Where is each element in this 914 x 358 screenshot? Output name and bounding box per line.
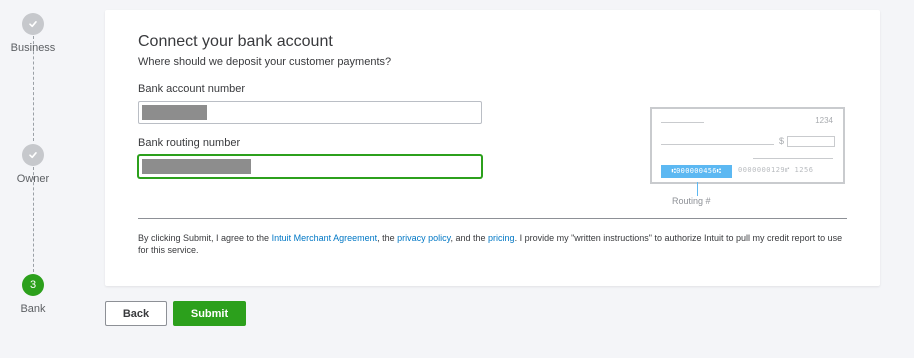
check-number: 1234	[815, 116, 833, 125]
step-label: Business	[10, 42, 56, 54]
legal-text: By clicking Submit, I agree to the Intui…	[138, 232, 850, 256]
step-label: Owner	[16, 173, 50, 185]
routing-number-label: Bank routing number	[138, 137, 241, 149]
step-business: Business	[0, 13, 66, 54]
routing-number-input[interactable]	[138, 155, 482, 178]
bank-account-card: Connect your bank account Where should w…	[105, 10, 880, 286]
signature-line	[753, 158, 833, 159]
privacy-policy-link[interactable]: privacy policy	[397, 233, 450, 243]
masked-value	[142, 105, 207, 120]
merchant-agreement-link[interactable]: Intuit Merchant Agreement	[272, 233, 378, 243]
submit-button[interactable]: Submit	[173, 301, 246, 326]
amount-box	[787, 136, 835, 147]
step-owner: Owner	[0, 144, 66, 185]
check-illustration: 1234 $ ⑆000000456⑆ 0000000129⑈ 1256	[650, 107, 845, 184]
back-button[interactable]: Back	[105, 301, 167, 326]
page-subtitle: Where should we deposit your customer pa…	[138, 56, 392, 68]
account-number-label: Bank account number	[138, 83, 246, 95]
legal-text-part: , the	[377, 233, 398, 243]
routing-caption: Routing #	[672, 196, 711, 206]
pricing-link[interactable]: pricing	[488, 233, 515, 243]
routing-number-highlight: ⑆000000456⑆	[661, 165, 732, 178]
account-digits: 0000000129⑈ 1256	[738, 166, 814, 174]
check-line	[661, 144, 774, 145]
checkmark-icon	[22, 13, 44, 35]
step-bank: 3 Bank	[0, 274, 66, 315]
section-divider	[138, 218, 847, 219]
checkmark-icon	[22, 144, 44, 166]
routing-pointer-line	[697, 182, 698, 196]
dollar-sign: $	[779, 136, 785, 146]
step-number-badge: 3	[22, 274, 44, 296]
masked-value	[142, 159, 251, 174]
progress-stepper: Business Owner 3 Bank	[0, 0, 66, 358]
account-number-input[interactable]	[138, 101, 482, 124]
legal-text-part: , and the	[450, 233, 489, 243]
legal-text-part: By clicking Submit, I agree to the	[138, 233, 272, 243]
step-label: Bank	[20, 303, 46, 315]
page-title: Connect your bank account	[138, 33, 333, 50]
check-line	[661, 122, 704, 123]
